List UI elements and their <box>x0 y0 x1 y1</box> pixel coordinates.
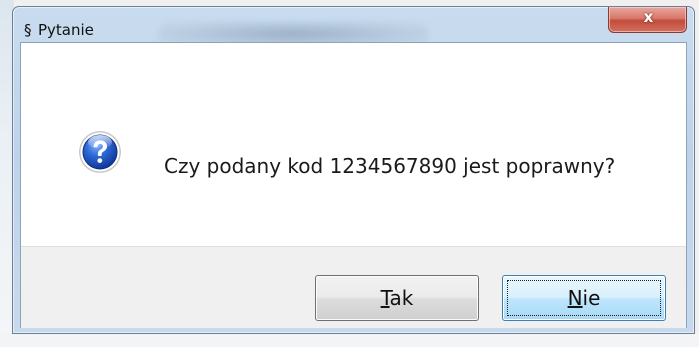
dialog-message: Czy podany kod 1234567890 jest poprawny? <box>164 154 616 178</box>
no-button-accel: N <box>567 286 583 310</box>
desktop-background-bottom <box>0 333 699 347</box>
no-button-label: ie <box>582 286 601 310</box>
question-icon <box>79 131 121 173</box>
no-button[interactable]: Nie <box>502 275 666 321</box>
close-button[interactable]: x <box>608 7 687 33</box>
yes-button-label: ak <box>389 286 414 310</box>
yes-button-accel: T <box>380 286 390 310</box>
button-panel: Tak Nie <box>21 246 686 328</box>
app-icon: § <box>24 21 32 39</box>
dialog-content: Czy podany kod 1234567890 jest poprawny?… <box>20 42 687 328</box>
close-icon: x <box>643 8 654 26</box>
window-title: Pytanie <box>38 21 94 39</box>
question-dialog: § Pytanie x Czy podany kod 1234567890 je… <box>12 6 695 334</box>
yes-button[interactable]: Tak <box>315 275 479 321</box>
